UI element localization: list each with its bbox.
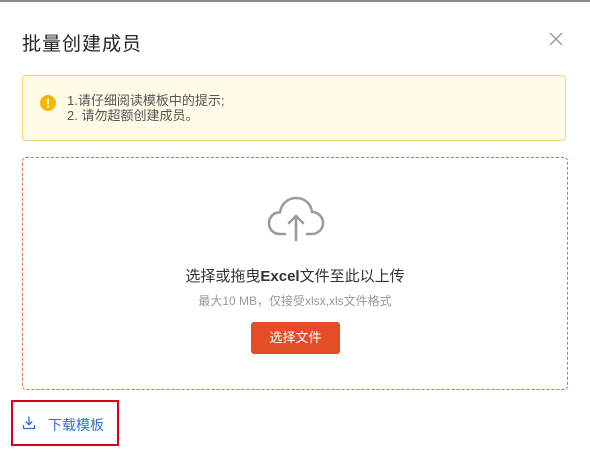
notice-alert: 1.请仔细阅读模板中的提示; 2. 请勿超额创建成员。 <box>22 75 566 141</box>
alert-line-1: 1.请仔细阅读模板中的提示; <box>67 93 225 108</box>
warning-circle-icon <box>40 95 56 111</box>
file-drop-zone[interactable]: 选择或拖曳Excel文件至此以上传 最大10 MB，仅接受xlsx,xls文件格… <box>22 157 568 390</box>
download-template-link[interactable]: 下载模板 <box>11 400 119 446</box>
download-icon <box>22 416 36 430</box>
download-template-label: 下载模板 <box>48 417 104 433</box>
cloud-upload-icon <box>266 194 326 244</box>
upload-prompt-suffix: 文件至此以上传 <box>299 268 405 285</box>
alert-text: 1.请仔细阅读模板中的提示; 2. 请勿超额创建成员。 <box>67 93 224 123</box>
dialog-title: 批量创建成员 <box>22 34 143 55</box>
batch-create-members-dialog: 批量创建成员 1.请仔细阅读模板中的提示; 2. 请勿超额创建成员。 选择或拖曳… <box>0 2 590 459</box>
upload-prompt-format: Excel <box>260 268 300 285</box>
close-icon[interactable] <box>546 29 566 49</box>
upload-prompt-prefix: 选择或拖曳 <box>185 268 261 285</box>
choose-file-button[interactable]: 选择文件 <box>251 322 340 354</box>
upload-prompt: 选择或拖曳Excel文件至此以上传 <box>23 265 567 286</box>
alert-line-2: 2. 请勿超额创建成员。 <box>67 108 199 123</box>
upload-hint: 最大10 MB，仅接受xlsx,xls文件格式 <box>198 294 392 308</box>
